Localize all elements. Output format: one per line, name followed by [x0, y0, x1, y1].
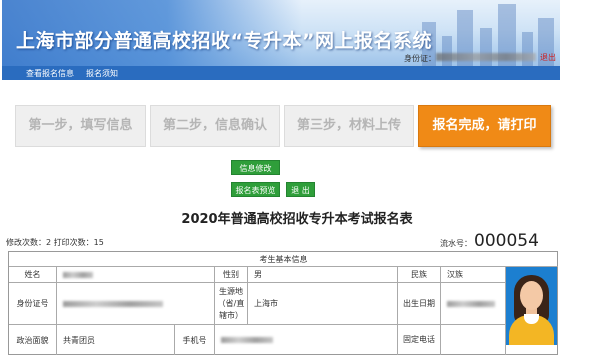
applicant-photo	[506, 267, 557, 345]
nav-item-view-info[interactable]: 查看报名信息	[26, 68, 74, 79]
site-title: 上海市部分普通高校招收“专升本”网上报名系统	[16, 30, 432, 52]
step-4-active: 报名完成，请打印	[418, 105, 551, 147]
label-gender: 性别	[215, 267, 248, 283]
label-id-number: 身份证号	[9, 283, 57, 325]
id-label: 身份证：	[404, 54, 436, 63]
value-mobile	[215, 325, 398, 355]
step-3: 第三步，材料上传	[284, 105, 414, 147]
value-origin: 上海市	[248, 283, 398, 325]
form-title: 2020年普通高校招收专升本考试报名表	[181, 212, 413, 227]
step-2: 第二步，信息确认	[150, 105, 280, 147]
value-ethnicity: 汉族	[441, 267, 506, 283]
label-origin: 生源地（省/直辖市）	[215, 283, 248, 325]
preview-form-button[interactable]: 报名表预览	[231, 182, 280, 197]
value-gender: 男	[248, 267, 398, 283]
label-landline: 固定电话	[398, 325, 441, 355]
label-ethnicity: 民族	[398, 267, 441, 283]
value-landline	[441, 325, 506, 355]
value-id-number	[57, 283, 215, 325]
value-name	[57, 267, 215, 283]
label-birth-date: 出生日期	[398, 283, 441, 325]
header-banner: 上海市部分普通高校招收“专升本”网上报名系统 身份证： 退出	[2, 0, 560, 66]
serial-value: 000054	[474, 231, 539, 251]
value-political: 共青团员	[57, 325, 175, 355]
label-political: 政治面貌	[9, 325, 57, 355]
nav-bar: 查看报名信息 报名须知	[2, 66, 560, 80]
section-title: 考生基本信息	[9, 252, 558, 267]
label-name: 姓名	[9, 267, 57, 283]
value-birth-date	[441, 283, 506, 325]
registration-table: 考生基本信息 姓名 性别 男 民族 汉族 身份证号 生源地（省/直辖市） 上海市…	[8, 251, 558, 355]
serial-label: 流水号：	[440, 239, 472, 248]
header-exit-link[interactable]: 退出	[540, 52, 556, 63]
nav-item-notice[interactable]: 报名须知	[86, 68, 118, 79]
step-1: 第一步，填写信息	[15, 105, 146, 147]
modify-info-button[interactable]: 信息修改	[231, 160, 280, 175]
label-mobile: 手机号	[175, 325, 215, 355]
edit-print-counts: 修改次数：2 打印次数：15	[6, 238, 104, 247]
id-value-redacted	[436, 53, 536, 61]
exit-button[interactable]: 退 出	[286, 182, 315, 197]
serial-number: 流水号： 000054	[440, 231, 539, 251]
